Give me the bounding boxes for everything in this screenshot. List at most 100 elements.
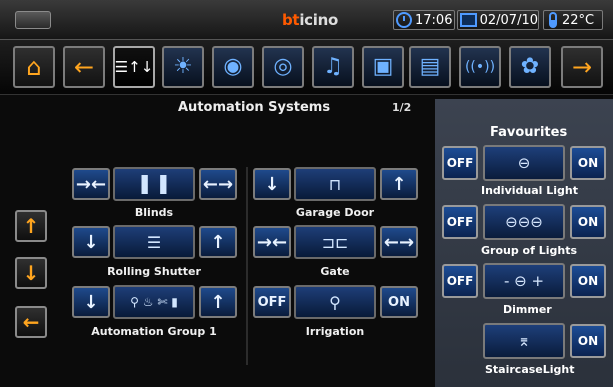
garage-up-button[interactable]: ↑ — [380, 168, 418, 200]
rolling-shutter-label: Rolling Shutter — [107, 265, 201, 278]
dimmer-off-button[interactable]: OFF — [442, 264, 478, 298]
group-label: Automation Group 1 — [91, 325, 217, 338]
arrow-down-icon: ↓ — [83, 231, 99, 253]
back-arrow-icon: ← — [73, 53, 95, 81]
gate-open-button[interactable]: ←→ — [380, 226, 418, 258]
individual-light-label: Individual Light — [481, 184, 578, 197]
automation-group-icon: ⚲ ♨ ✄ ▮ — [130, 295, 178, 309]
page-indicator: 1/2 — [392, 101, 412, 114]
group-lights-image: ⊖⊖⊖ — [483, 204, 565, 240]
audio-icon: ◎ — [273, 54, 293, 79]
clock-display: 17:06 — [393, 10, 455, 30]
irrigation-off-button[interactable]: OFF — [253, 286, 291, 318]
gate-close-button[interactable]: →← — [253, 226, 291, 258]
rolling-shutter-up-button[interactable]: ↑ — [199, 226, 237, 258]
wireless-button[interactable]: ((•)) — [459, 46, 501, 88]
video-icon: ▣ — [372, 54, 394, 79]
group-lights-label: Group of Lights — [481, 244, 578, 257]
page-title: Automation Systems — [178, 100, 331, 115]
clock-icon — [396, 12, 412, 28]
staircase-light-label: StaircaseLight — [485, 363, 575, 376]
arrow-down-icon: ↓ — [22, 261, 40, 285]
gate-icon: ⊐⊏ — [321, 232, 349, 252]
status-bar: bticino 17:06 02/07/10 22°C — [0, 0, 613, 40]
audio-button[interactable]: ◎ — [262, 46, 304, 88]
time-text: 17:06 — [415, 12, 453, 28]
staircase-light-on-button[interactable]: ON — [570, 324, 606, 358]
lighting-icon: ☀ — [173, 54, 193, 79]
close-arrows-icon: →← — [256, 231, 288, 253]
gate-image: ⊐⊏ — [294, 225, 376, 259]
blinds-open-button[interactable]: ←→ — [199, 168, 237, 200]
irrigation-on-button[interactable]: ON — [380, 286, 418, 318]
date-text: 02/07/10 — [479, 12, 538, 28]
group-up-button[interactable]: ↑ — [199, 286, 237, 318]
scroll-down-button[interactable]: ↓ — [15, 257, 47, 289]
rolling-shutter-image: ☰ — [113, 225, 195, 259]
staircase-light-image: ⌆ — [483, 323, 565, 359]
garage-down-button[interactable]: ↓ — [253, 168, 291, 200]
dimmer-label: Dimmer — [503, 303, 552, 316]
thermometer-icon — [549, 12, 557, 28]
favourites-title: Favourites — [490, 125, 568, 140]
irrigation-label: Irrigation — [305, 325, 365, 338]
blinds-label: Blinds — [134, 206, 174, 219]
video-button[interactable]: ▣ — [362, 46, 404, 88]
staircase-light-icon: ⌆ — [517, 332, 531, 350]
brand-logo: bticino — [282, 11, 338, 29]
individual-light-on-button[interactable]: ON — [570, 146, 606, 180]
dimmer-icon: - ⊖ + — [503, 272, 545, 290]
edit-pencil-icon[interactable] — [15, 11, 51, 29]
calendar-icon — [460, 13, 477, 27]
arrow-up-icon: ↑ — [210, 231, 226, 253]
home-icon: ⌂ — [26, 53, 42, 81]
blinds-icon: ▌▐ — [141, 174, 167, 194]
back-button[interactable]: ← — [63, 46, 105, 88]
open-arrows-icon: ←→ — [383, 231, 415, 253]
lighting-button[interactable]: ☀ — [162, 46, 204, 88]
date-display: 02/07/10 — [457, 10, 539, 30]
temperature-text: 22°C — [562, 12, 595, 28]
automation-button[interactable]: ☰↑↓ — [113, 46, 155, 88]
garage-image: ⊓ — [294, 167, 376, 201]
group-lights-off-button[interactable]: OFF — [442, 205, 478, 239]
side-back-button[interactable]: ← — [15, 306, 47, 338]
home-button[interactable]: ⌂ — [13, 46, 55, 88]
dimmer-on-button[interactable]: ON — [570, 264, 606, 298]
forward-button[interactable]: → — [561, 46, 603, 88]
gate-label: Gate — [320, 265, 350, 278]
garage-door-icon: ⊓ — [328, 174, 342, 194]
group-lights-on-button[interactable]: ON — [570, 205, 606, 239]
garage-label: Garage Door — [295, 206, 375, 219]
blinds-image: ▌▐ — [113, 167, 195, 201]
settings-icon: ✿ — [520, 54, 540, 79]
bulb-icon: ⊖ — [517, 154, 531, 172]
multimedia-icon: ♫ — [323, 54, 343, 79]
arrow-up-icon: ↑ — [210, 291, 226, 313]
scroll-up-button[interactable]: ↑ — [15, 210, 47, 242]
arrow-down-icon: ↓ — [83, 291, 99, 313]
intercom-button[interactable]: ▤ — [409, 46, 451, 88]
open-arrows-icon: ←→ — [202, 173, 234, 195]
arrow-down-icon: ↓ — [264, 173, 280, 195]
blinds-close-button[interactable]: →← — [72, 168, 110, 200]
automation-icon: ☰↑↓ — [114, 57, 154, 76]
group-down-button[interactable]: ↓ — [72, 286, 110, 318]
intercom-icon: ▤ — [419, 54, 441, 79]
rolling-shutter-down-button[interactable]: ↓ — [72, 226, 110, 258]
multimedia-button[interactable]: ♫ — [312, 46, 354, 88]
individual-light-off-button[interactable]: OFF — [442, 146, 478, 180]
settings-button[interactable]: ✿ — [509, 46, 551, 88]
irrigation-image: ⚲ — [294, 285, 376, 319]
group-image: ⚲ ♨ ✄ ▮ — [113, 285, 195, 319]
faucet-icon: ⚲ — [329, 292, 341, 312]
scenarios-button[interactable]: ◉ — [212, 46, 254, 88]
bulbs-icon: ⊖⊖⊖ — [505, 213, 543, 231]
arrow-left-icon: ← — [22, 310, 40, 334]
nav-bar: ⌂ ← ☰↑↓ ☀ ◉ ◎ ♫ ▣ ▤ ((•)) 🌡 ✿ → — [0, 40, 613, 95]
dimmer-image: - ⊖ + — [483, 263, 565, 299]
forward-arrow-icon: → — [571, 53, 593, 81]
scenarios-icon: ◉ — [223, 54, 243, 79]
close-arrows-icon: →← — [75, 173, 107, 195]
individual-light-image: ⊖ — [483, 145, 565, 181]
